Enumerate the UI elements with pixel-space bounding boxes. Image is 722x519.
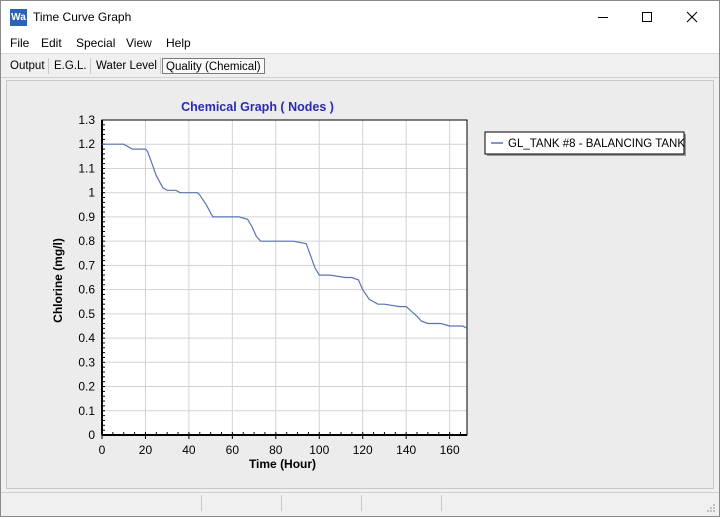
app-icon: Wa <box>10 9 27 26</box>
x-tick-label: 100 <box>309 443 329 457</box>
y-axis-label: Chlorine (mg/l) <box>51 238 65 323</box>
status-segment <box>201 495 282 511</box>
menu-view[interactable]: View <box>126 36 152 50</box>
close-button[interactable] <box>669 1 714 33</box>
title-bar[interactable]: Wa Time Curve Graph <box>1 1 719 33</box>
status-segment <box>1 495 202 511</box>
resize-grip-icon[interactable] <box>706 503 716 513</box>
y-tick-label: 1.1 <box>78 161 95 175</box>
y-tick-label: 0.3 <box>78 355 95 369</box>
tab-bar: Output E.G.L. Water Level Quality (Chemi… <box>1 54 719 78</box>
window-title: Time Curve Graph <box>33 10 132 24</box>
menu-bar: File Edit Special View Help <box>1 33 719 54</box>
y-tick-label: 0.2 <box>78 380 95 394</box>
status-bar <box>1 492 719 515</box>
tab-water-level[interactable]: Water Level <box>93 58 161 74</box>
x-tick-label: 40 <box>182 443 196 457</box>
tab-quality-chemical[interactable]: Quality (Chemical) <box>162 58 265 74</box>
chart-title: Chemical Graph ( Nodes ) <box>181 100 334 114</box>
menu-file[interactable]: File <box>10 36 29 50</box>
x-tick-label: 60 <box>226 443 240 457</box>
x-tick-label: 0 <box>99 443 106 457</box>
status-segment <box>361 495 442 511</box>
x-tick-label: 120 <box>353 443 373 457</box>
tab-output[interactable]: Output <box>7 58 49 74</box>
minimize-icon <box>597 17 608 18</box>
y-tick-label: 1 <box>88 186 95 200</box>
close-icon <box>686 11 697 23</box>
maximize-button[interactable] <box>624 1 669 33</box>
y-tick-label: 0.6 <box>78 283 95 297</box>
x-tick-label: 140 <box>396 443 416 457</box>
y-tick-label: 1.3 <box>78 113 95 127</box>
y-tick-label: 1.2 <box>78 137 95 151</box>
tab-egl[interactable]: E.G.L. <box>51 58 91 74</box>
y-tick-label: 0 <box>88 428 95 442</box>
time-curve-graph-window: Wa Time Curve Graph File Edit Special Vi… <box>0 0 720 517</box>
x-axis-label: Time (Hour) <box>249 457 316 471</box>
plot-area <box>102 120 467 435</box>
minimize-button[interactable] <box>580 1 625 33</box>
maximize-icon <box>641 12 652 22</box>
x-tick-label: 160 <box>440 443 460 457</box>
x-tick-label: 80 <box>269 443 283 457</box>
y-tick-label: 0.5 <box>78 307 95 321</box>
menu-help[interactable]: Help <box>166 36 191 50</box>
y-tick-label: 0.4 <box>78 331 95 345</box>
legend-entry: GL_TANK #8 - BALANCING TANK <box>508 138 685 150</box>
x-tick-label: 20 <box>139 443 153 457</box>
menu-edit[interactable]: Edit <box>41 36 62 50</box>
y-tick-label: 0.9 <box>78 210 95 224</box>
time-curve-chart: 0 20 40 60 80 100 120 140 160 0 0.1 0.2 0.3 0.4 0.5 0.6… <box>51 100 686 471</box>
graph-panel: 0 20 40 60 80 100 120 140 160 0 0.1 0.2 0.3 0.4 0.5 0.6… <box>6 80 714 489</box>
y-tick-label: 0.1 <box>78 404 95 418</box>
y-tick-label: 0.7 <box>78 258 95 272</box>
status-segment <box>281 495 362 511</box>
y-tick-label: 0.8 <box>78 234 95 248</box>
menu-special[interactable]: Special <box>76 36 115 50</box>
